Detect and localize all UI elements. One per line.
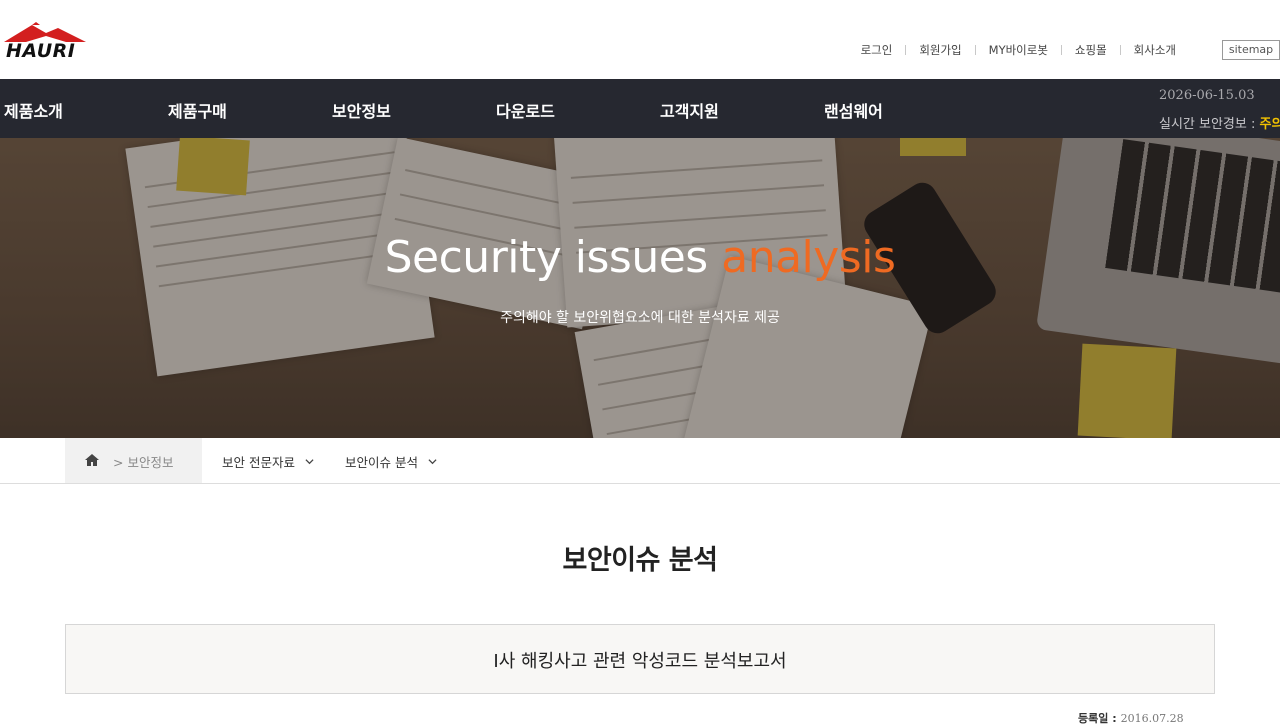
page-title: 보안이슈 분석 [562,545,718,576]
my-virobot-link[interactable]: MY바이로봇 [989,42,1048,58]
signup-link[interactable]: 회원가입 [919,42,961,58]
hero-banner: Security issues analysis 주의해야 할 보안위협요소에 … [0,138,1280,438]
date-label: 등록일 : [1078,712,1117,725]
breadcrumb-dropdown-label: 보안 전문자료 [222,455,295,470]
divider [1119,45,1121,55]
sitemap-button[interactable]: sitemap [1222,40,1280,60]
divider [974,45,976,55]
security-alert-label: 실시간 보안경보 : [1159,117,1256,132]
hero-title-accent: analysis [721,232,896,283]
hero-title-main: Security issues [384,232,709,283]
nav-item-download[interactable]: 다운로드 [496,98,555,122]
hero-subtitle: 주의해야 할 보안위협요소에 대한 분석자료 제공 [500,310,780,326]
main-nav: 제품소개 제품구매 보안정보 다운로드 고객지원 랜섬웨어 2026-06-15… [0,79,1280,138]
breadcrumb-dropdown-category[interactable]: 보안 전문자료 [222,452,314,471]
chevron-down-icon [428,459,437,465]
article-meta: 등록일 :2016.07.28 [1078,710,1184,726]
top-bar: HAURI 로그인 회원가입 MY바이로봇 쇼핑몰 회사소개 sitemap [0,0,1280,79]
home-icon[interactable] [85,453,99,467]
nav-item-support[interactable]: 고객지원 [660,98,719,122]
company-link[interactable]: 회사소개 [1134,42,1176,58]
breadcrumb-home[interactable]: > 보안정보 [65,438,202,483]
shop-link[interactable]: 쇼핑몰 [1075,42,1107,58]
divider [1060,45,1062,55]
nav-item-products[interactable]: 제품소개 [4,98,63,122]
login-link[interactable]: 로그인 [861,42,893,58]
utility-links: 로그인 회원가입 MY바이로봇 쇼핑몰 회사소개 [861,42,1176,58]
hero-title: Security issues analysis [0,232,1280,283]
date-value: 2016.07.28 [1120,712,1184,725]
hauri-logo[interactable]: HAURI [2,22,88,62]
divider [905,45,907,55]
logo-text: HAURI [6,40,76,62]
article-title: I사 해킹사고 관련 악성코드 분석보고서 [493,651,787,672]
hero-overlay [0,138,1280,438]
breadcrumb-section: > 보안정보 [113,455,174,470]
nav-item-purchase[interactable]: 제품구매 [168,98,227,122]
security-alert[interactable]: 실시간 보안경보 : 주의 [1159,113,1280,132]
breadcrumb: > 보안정보 보안 전문자료 보안이슈 분석 [0,438,1280,484]
chevron-down-icon [305,459,314,465]
current-date: 2026-06-15.03 [1159,88,1255,103]
breadcrumb-dropdown-label: 보안이슈 분석 [345,455,418,470]
security-alert-level: 주의 [1259,117,1280,132]
breadcrumb-dropdown-page[interactable]: 보안이슈 분석 [345,452,437,471]
nav-item-security-info[interactable]: 보안정보 [332,98,391,122]
article-header: I사 해킹사고 관련 악성코드 분석보고서 [65,624,1215,694]
nav-item-ransomware[interactable]: 랜섬웨어 [824,98,883,122]
